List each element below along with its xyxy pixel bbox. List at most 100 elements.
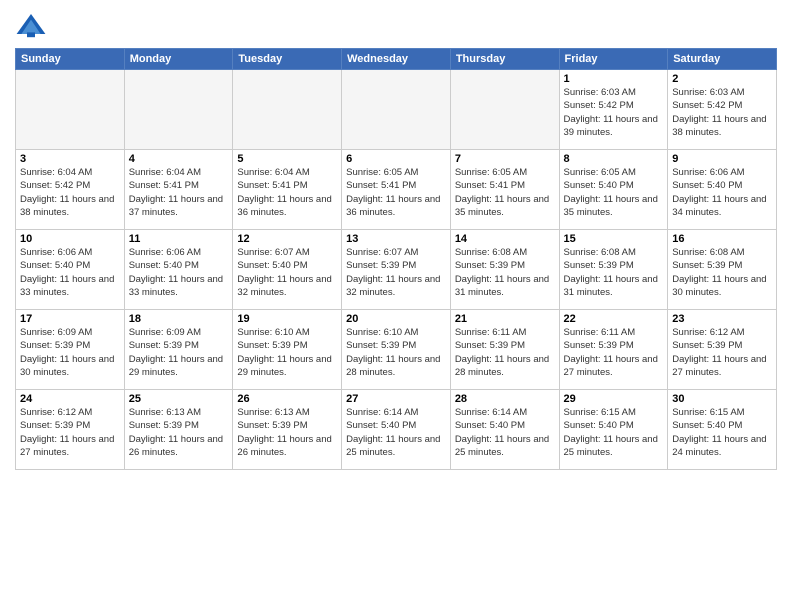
day-info: Sunrise: 6:06 AMSunset: 5:40 PMDaylight:… [20, 246, 120, 299]
day-cell: 5Sunrise: 6:04 AMSunset: 5:41 PMDaylight… [233, 150, 342, 230]
day-cell: 9Sunrise: 6:06 AMSunset: 5:40 PMDaylight… [668, 150, 777, 230]
day-cell: 30Sunrise: 6:15 AMSunset: 5:40 PMDayligh… [668, 390, 777, 470]
day-info: Sunrise: 6:08 AMSunset: 5:39 PMDaylight:… [672, 246, 772, 299]
day-info: Sunrise: 6:13 AMSunset: 5:39 PMDaylight:… [237, 406, 337, 459]
day-cell [16, 70, 125, 150]
day-number: 23 [672, 313, 772, 325]
day-info: Sunrise: 6:06 AMSunset: 5:40 PMDaylight:… [672, 166, 772, 219]
day-cell: 29Sunrise: 6:15 AMSunset: 5:40 PMDayligh… [559, 390, 668, 470]
header-row: SundayMondayTuesdayWednesdayThursdayFrid… [16, 49, 777, 70]
day-number: 28 [455, 393, 555, 405]
day-number: 4 [129, 153, 229, 165]
day-number: 22 [564, 313, 664, 325]
day-cell: 16Sunrise: 6:08 AMSunset: 5:39 PMDayligh… [668, 230, 777, 310]
day-cell: 18Sunrise: 6:09 AMSunset: 5:39 PMDayligh… [124, 310, 233, 390]
day-cell: 17Sunrise: 6:09 AMSunset: 5:39 PMDayligh… [16, 310, 125, 390]
day-cell: 11Sunrise: 6:06 AMSunset: 5:40 PMDayligh… [124, 230, 233, 310]
day-header-monday: Monday [124, 49, 233, 70]
day-info: Sunrise: 6:09 AMSunset: 5:39 PMDaylight:… [20, 326, 120, 379]
day-cell: 10Sunrise: 6:06 AMSunset: 5:40 PMDayligh… [16, 230, 125, 310]
day-cell [450, 70, 559, 150]
day-header-thursday: Thursday [450, 49, 559, 70]
day-cell: 6Sunrise: 6:05 AMSunset: 5:41 PMDaylight… [342, 150, 451, 230]
day-info: Sunrise: 6:13 AMSunset: 5:39 PMDaylight:… [129, 406, 229, 459]
day-info: Sunrise: 6:05 AMSunset: 5:41 PMDaylight:… [455, 166, 555, 219]
day-info: Sunrise: 6:15 AMSunset: 5:40 PMDaylight:… [564, 406, 664, 459]
day-cell: 4Sunrise: 6:04 AMSunset: 5:41 PMDaylight… [124, 150, 233, 230]
day-cell [124, 70, 233, 150]
day-cell: 24Sunrise: 6:12 AMSunset: 5:39 PMDayligh… [16, 390, 125, 470]
day-number: 20 [346, 313, 446, 325]
day-cell: 27Sunrise: 6:14 AMSunset: 5:40 PMDayligh… [342, 390, 451, 470]
day-cell: 20Sunrise: 6:10 AMSunset: 5:39 PMDayligh… [342, 310, 451, 390]
week-row-4: 24Sunrise: 6:12 AMSunset: 5:39 PMDayligh… [16, 390, 777, 470]
day-info: Sunrise: 6:14 AMSunset: 5:40 PMDaylight:… [455, 406, 555, 459]
day-number: 2 [672, 73, 772, 85]
day-cell: 1Sunrise: 6:03 AMSunset: 5:42 PMDaylight… [559, 70, 668, 150]
day-number: 18 [129, 313, 229, 325]
day-number: 11 [129, 233, 229, 245]
day-number: 25 [129, 393, 229, 405]
day-info: Sunrise: 6:05 AMSunset: 5:41 PMDaylight:… [346, 166, 446, 219]
calendar-body: 1Sunrise: 6:03 AMSunset: 5:42 PMDaylight… [16, 70, 777, 470]
day-info: Sunrise: 6:08 AMSunset: 5:39 PMDaylight:… [564, 246, 664, 299]
day-cell [342, 70, 451, 150]
day-info: Sunrise: 6:07 AMSunset: 5:39 PMDaylight:… [346, 246, 446, 299]
day-number: 29 [564, 393, 664, 405]
calendar-header: SundayMondayTuesdayWednesdayThursdayFrid… [16, 49, 777, 70]
week-row-2: 10Sunrise: 6:06 AMSunset: 5:40 PMDayligh… [16, 230, 777, 310]
day-number: 26 [237, 393, 337, 405]
logo-icon [15, 10, 47, 42]
calendar: SundayMondayTuesdayWednesdayThursdayFrid… [15, 48, 777, 470]
day-header-saturday: Saturday [668, 49, 777, 70]
day-cell: 26Sunrise: 6:13 AMSunset: 5:39 PMDayligh… [233, 390, 342, 470]
day-number: 12 [237, 233, 337, 245]
day-info: Sunrise: 6:04 AMSunset: 5:42 PMDaylight:… [20, 166, 120, 219]
day-number: 30 [672, 393, 772, 405]
day-info: Sunrise: 6:11 AMSunset: 5:39 PMDaylight:… [455, 326, 555, 379]
day-number: 14 [455, 233, 555, 245]
week-row-1: 3Sunrise: 6:04 AMSunset: 5:42 PMDaylight… [16, 150, 777, 230]
day-cell: 13Sunrise: 6:07 AMSunset: 5:39 PMDayligh… [342, 230, 451, 310]
day-cell: 25Sunrise: 6:13 AMSunset: 5:39 PMDayligh… [124, 390, 233, 470]
day-number: 16 [672, 233, 772, 245]
day-number: 3 [20, 153, 120, 165]
day-info: Sunrise: 6:10 AMSunset: 5:39 PMDaylight:… [346, 326, 446, 379]
day-info: Sunrise: 6:04 AMSunset: 5:41 PMDaylight:… [237, 166, 337, 219]
day-info: Sunrise: 6:08 AMSunset: 5:39 PMDaylight:… [455, 246, 555, 299]
day-cell: 7Sunrise: 6:05 AMSunset: 5:41 PMDaylight… [450, 150, 559, 230]
day-info: Sunrise: 6:11 AMSunset: 5:39 PMDaylight:… [564, 326, 664, 379]
day-cell: 2Sunrise: 6:03 AMSunset: 5:42 PMDaylight… [668, 70, 777, 150]
day-cell: 21Sunrise: 6:11 AMSunset: 5:39 PMDayligh… [450, 310, 559, 390]
week-row-0: 1Sunrise: 6:03 AMSunset: 5:42 PMDaylight… [16, 70, 777, 150]
day-info: Sunrise: 6:12 AMSunset: 5:39 PMDaylight:… [20, 406, 120, 459]
day-info: Sunrise: 6:03 AMSunset: 5:42 PMDaylight:… [564, 86, 664, 139]
day-number: 9 [672, 153, 772, 165]
page: SundayMondayTuesdayWednesdayThursdayFrid… [0, 0, 792, 612]
day-number: 7 [455, 153, 555, 165]
day-number: 8 [564, 153, 664, 165]
day-number: 1 [564, 73, 664, 85]
day-cell: 19Sunrise: 6:10 AMSunset: 5:39 PMDayligh… [233, 310, 342, 390]
day-number: 13 [346, 233, 446, 245]
day-info: Sunrise: 6:14 AMSunset: 5:40 PMDaylight:… [346, 406, 446, 459]
day-cell: 12Sunrise: 6:07 AMSunset: 5:40 PMDayligh… [233, 230, 342, 310]
day-number: 5 [237, 153, 337, 165]
day-number: 15 [564, 233, 664, 245]
day-info: Sunrise: 6:12 AMSunset: 5:39 PMDaylight:… [672, 326, 772, 379]
day-info: Sunrise: 6:15 AMSunset: 5:40 PMDaylight:… [672, 406, 772, 459]
day-cell [233, 70, 342, 150]
header [15, 10, 777, 42]
day-header-wednesday: Wednesday [342, 49, 451, 70]
day-info: Sunrise: 6:05 AMSunset: 5:40 PMDaylight:… [564, 166, 664, 219]
day-info: Sunrise: 6:03 AMSunset: 5:42 PMDaylight:… [672, 86, 772, 139]
day-cell: 23Sunrise: 6:12 AMSunset: 5:39 PMDayligh… [668, 310, 777, 390]
day-number: 17 [20, 313, 120, 325]
day-info: Sunrise: 6:04 AMSunset: 5:41 PMDaylight:… [129, 166, 229, 219]
day-number: 24 [20, 393, 120, 405]
day-cell: 22Sunrise: 6:11 AMSunset: 5:39 PMDayligh… [559, 310, 668, 390]
day-cell: 3Sunrise: 6:04 AMSunset: 5:42 PMDaylight… [16, 150, 125, 230]
day-number: 19 [237, 313, 337, 325]
day-cell: 15Sunrise: 6:08 AMSunset: 5:39 PMDayligh… [559, 230, 668, 310]
day-info: Sunrise: 6:09 AMSunset: 5:39 PMDaylight:… [129, 326, 229, 379]
